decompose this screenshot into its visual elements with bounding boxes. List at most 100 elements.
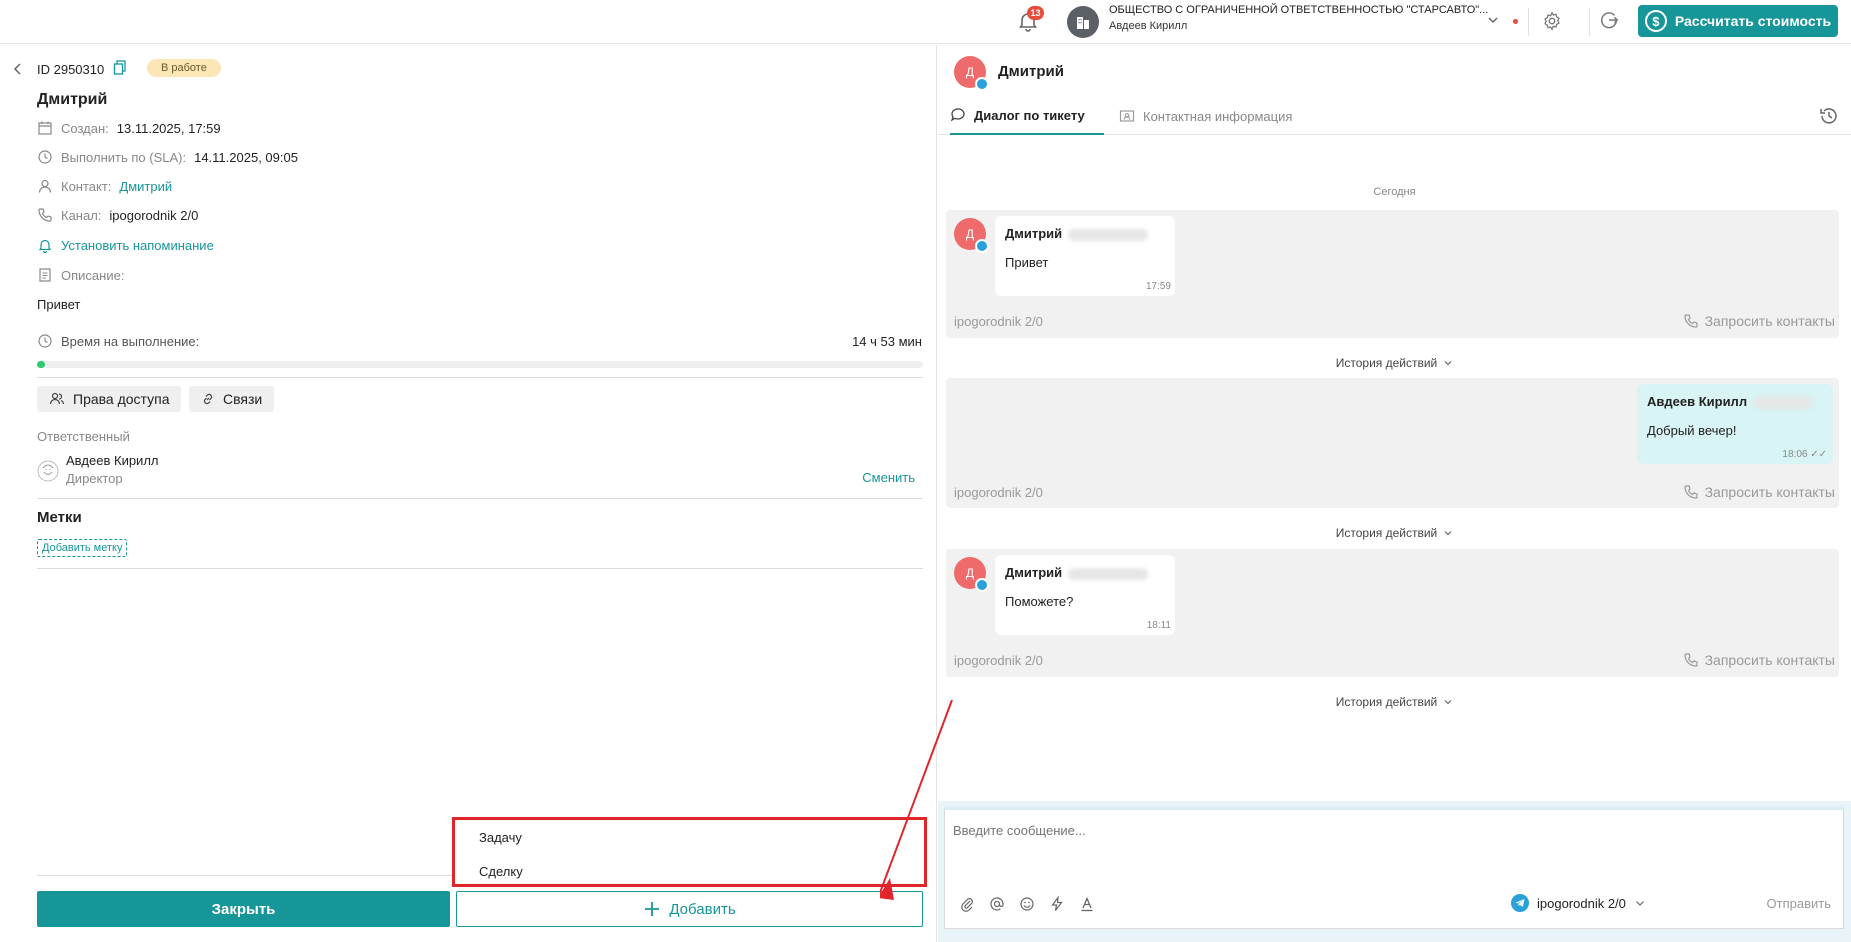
- calendar-icon: [37, 120, 53, 136]
- history-toggle[interactable]: История действий: [938, 356, 1851, 370]
- history-clock-icon[interactable]: [1819, 106, 1839, 126]
- message-bubble: Дмитрий Поможете? 18:11: [995, 555, 1175, 635]
- message-block: Д Дмитрий Поможете? 18:11 ipogorodnik 2/…: [946, 549, 1839, 677]
- chevron-down-icon[interactable]: [1486, 13, 1500, 27]
- sender-avatar: Д: [954, 218, 989, 253]
- text-format-icon[interactable]: [1079, 896, 1095, 912]
- chevron-down-icon: [1443, 358, 1453, 368]
- calculate-cost-label: Рассчитать стоимость: [1674, 13, 1832, 29]
- compose-toolbar: [959, 896, 1095, 912]
- change-responsible-link[interactable]: Сменить: [862, 470, 915, 485]
- links-button[interactable]: Связи: [189, 386, 275, 412]
- compose-box: ipogorodnik 2/0 Отправить: [944, 807, 1844, 929]
- close-ticket-button[interactable]: Закрыть: [37, 891, 450, 927]
- organization-name[interactable]: ОБЩЕСТВО С ОГРАНИЧЕННОЙ ОТВЕТСТВЕННОСТЬЮ…: [1109, 4, 1488, 16]
- contact-row: Контакт: Дмитрий: [37, 178, 172, 194]
- chat-bubble-icon: [950, 107, 966, 123]
- message-text: Добрый вечер!: [1647, 423, 1737, 438]
- message-channel: ipogorodnik 2/0: [954, 653, 1043, 668]
- phone-icon: [1683, 652, 1699, 668]
- blurred-username: [1068, 228, 1149, 241]
- contact-initial: Д: [965, 65, 975, 79]
- contact-avatar: Д: [954, 56, 989, 91]
- message-author: Дмитрий: [1005, 565, 1063, 580]
- message-text: Привет: [1005, 255, 1049, 270]
- message-author: Авдеев Кирилл: [1647, 394, 1748, 409]
- add-button[interactable]: Добавить: [456, 891, 923, 927]
- emoji-icon[interactable]: [1019, 896, 1035, 912]
- telegram-icon: [975, 578, 989, 592]
- menu-item-deal[interactable]: Сделку: [479, 864, 523, 879]
- created-label: Создан:: [61, 120, 109, 136]
- ticket-details-panel: ID 2950310 В работе Дмитрий Создан: 13.1…: [0, 45, 937, 942]
- message-bubble-outgoing: Авдеев Кирилл Добрый вечер! 18:06 ✓✓: [1637, 384, 1833, 464]
- access-rights-button[interactable]: Права доступа: [37, 386, 182, 412]
- description-row: Описание:: [37, 267, 124, 283]
- header-divider: [1528, 8, 1529, 36]
- copy-icon[interactable]: [113, 60, 127, 76]
- building-icon[interactable]: [1067, 6, 1099, 38]
- chevron-down-icon: [1443, 528, 1453, 538]
- ticket-title: Дмитрий: [37, 91, 108, 108]
- set-reminder-link[interactable]: Установить напоминание: [37, 237, 214, 253]
- description-label: Описание:: [61, 267, 125, 283]
- gear-icon[interactable]: [1541, 10, 1563, 32]
- blurred-username: [1068, 567, 1149, 580]
- request-contacts-button[interactable]: Запросить контакты: [1683, 652, 1835, 668]
- tab-dialog[interactable]: Диалог по тикету: [950, 97, 1104, 135]
- sla-value: 14.11.2025, 09:05: [194, 149, 298, 165]
- telegram-icon: [975, 239, 989, 253]
- logout-icon[interactable]: [1598, 9, 1620, 31]
- message-input[interactable]: [953, 820, 1833, 840]
- blurred-username: [1753, 396, 1814, 409]
- double-check-icon: ✓✓: [1810, 449, 1827, 460]
- sender-avatar: Д: [954, 557, 989, 592]
- responsible-name: Авдеев Кирилл: [66, 453, 159, 468]
- paperclip-icon[interactable]: [959, 896, 975, 912]
- send-channel-label: ipogorodnik 2/0: [1537, 895, 1626, 911]
- responsible-role: Директор: [66, 471, 123, 486]
- contact-link[interactable]: Дмитрий: [119, 179, 172, 194]
- link-icon: [201, 392, 215, 406]
- notification-badge: 13: [1027, 6, 1044, 20]
- back-arrow-icon[interactable]: [12, 62, 24, 76]
- divider: [37, 498, 923, 499]
- user-icon: [37, 178, 53, 194]
- request-contacts-label: Запросить контакты: [1704, 484, 1835, 500]
- send-channel-select[interactable]: ipogorodnik 2/0: [1511, 894, 1646, 912]
- calculate-cost-button[interactable]: $ Рассчитать стоимость: [1638, 5, 1838, 37]
- request-contacts-button[interactable]: Запросить контакты: [1683, 484, 1835, 500]
- status-dot: [1513, 19, 1518, 24]
- chevron-down-icon: [1443, 697, 1453, 707]
- history-toggle[interactable]: История действий: [938, 695, 1851, 709]
- request-contacts-button[interactable]: Запросить контакты: [1683, 313, 1835, 329]
- header-divider: [1589, 8, 1590, 36]
- responsible-label: Ответственный: [37, 429, 130, 444]
- description-value: Привет: [37, 297, 81, 312]
- time-progress-bar: [37, 361, 923, 368]
- users-icon: [49, 392, 65, 406]
- tab-dialog-label: Диалог по тикету: [974, 107, 1085, 123]
- history-label: История действий: [1335, 356, 1438, 370]
- at-icon[interactable]: [989, 896, 1005, 912]
- message-channel: ipogorodnik 2/0: [954, 314, 1043, 329]
- tags-title: Метки: [37, 509, 82, 526]
- dollar-icon: $: [1644, 10, 1667, 32]
- message-time: 18:06 ✓✓: [1782, 449, 1827, 460]
- add-tag-button[interactable]: Добавить метку: [37, 539, 128, 557]
- contact-label: Контакт:: [61, 178, 112, 194]
- message-channel: ipogorodnik 2/0: [954, 485, 1043, 500]
- lightning-icon[interactable]: [1049, 896, 1065, 912]
- send-button[interactable]: Отправить: [1767, 896, 1831, 911]
- chevron-down-icon: [1634, 897, 1646, 909]
- tab-contact-info[interactable]: Контактная информация: [1119, 97, 1292, 135]
- history-label: История действий: [1335, 695, 1438, 709]
- menu-item-task[interactable]: Задачу: [479, 830, 522, 845]
- history-toggle[interactable]: История действий: [938, 526, 1851, 540]
- phone-icon: [1683, 484, 1699, 500]
- sender-initial: Д: [965, 566, 975, 580]
- message-time: 18:11: [1146, 620, 1171, 631]
- message-author: Дмитрий: [1005, 226, 1063, 241]
- status-badge[interactable]: В работе: [147, 59, 221, 77]
- message-block: Авдеев Кирилл Добрый вечер! 18:06 ✓✓ ipo…: [946, 378, 1839, 508]
